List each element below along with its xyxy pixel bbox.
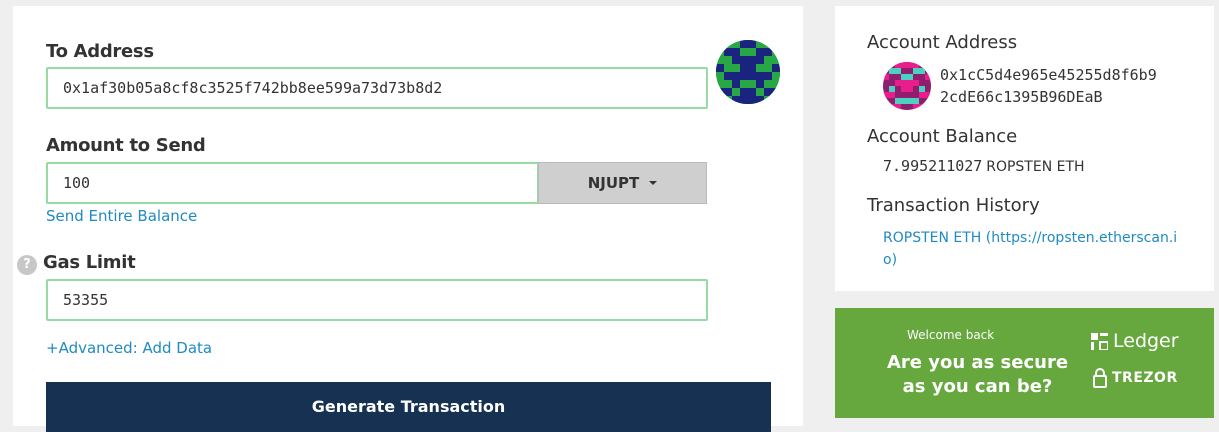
to-address-label: To Address (46, 41, 154, 62)
banner-headline: Are you as secure as you can be? (865, 351, 1090, 399)
generate-transaction-button[interactable]: Generate Transaction (46, 382, 771, 432)
tx-history-line-2: o) (883, 252, 898, 268)
transaction-history-link[interactable]: ROPSTEN ETH (https://ropsten.etherscan.i… (883, 227, 1183, 271)
trezor-text: TREZOR (1112, 370, 1178, 386)
account-identicon (883, 62, 931, 110)
to-address-input[interactable]: 0x1af30b05a8cf8c3525f742bb8ee599a73d73b8… (46, 67, 708, 109)
caret-down-icon (649, 181, 658, 185)
token-selected: NJUPT (587, 174, 640, 192)
trezor-lock-icon (1093, 368, 1107, 388)
help-icon[interactable]: ? (17, 255, 37, 275)
account-info-panel: Account Address 0x1cC5d4e965e45255d8f6b9… (835, 6, 1214, 291)
ledger-text: Ledger (1113, 330, 1179, 352)
tx-history-line-1: ROPSTEN ETH (https://ropsten.etherscan.i (883, 230, 1178, 246)
gas-limit-label: Gas Limit (43, 252, 136, 273)
balance-amount: 7.995211027 (883, 157, 983, 175)
send-entire-balance-link[interactable]: Send Entire Balance (46, 207, 197, 225)
advanced-data-link[interactable]: +Advanced: Add Data (46, 339, 212, 357)
hardware-wallet-banner[interactable]: Welcome back Are you as secure as you ca… (835, 308, 1214, 418)
gas-limit-input[interactable]: 53355 (46, 279, 708, 321)
headline-line-2: as you can be? (902, 376, 1053, 397)
welcome-text: Welcome back (907, 328, 995, 342)
account-address-line-1: 0x1cC5d4e965e45255d8f6b9 (940, 66, 1157, 84)
account-address-line-2: 2cdE66c1395B96DEaB (940, 88, 1103, 106)
amount-input[interactable]: 100 (46, 162, 539, 204)
token-dropdown[interactable]: NJUPT (538, 162, 707, 204)
ledger-icon (1091, 332, 1108, 350)
transaction-history-label: Transaction History (867, 195, 1040, 216)
amount-label: Amount to Send (46, 135, 206, 156)
account-address-label: Account Address (867, 32, 1018, 53)
account-balance-value: 7.995211027 ROPSTEN ETH (883, 157, 1085, 175)
recipient-identicon (716, 40, 780, 104)
account-balance-label: Account Balance (867, 126, 1018, 147)
headline-line-1: Are you as secure (886, 352, 1069, 373)
balance-unit: ROPSTEN ETH (986, 159, 1085, 175)
trezor-logo[interactable]: TREZOR (1093, 368, 1178, 388)
ledger-logo[interactable]: Ledger (1091, 330, 1179, 352)
account-address-value: 0x1cC5d4e965e45255d8f6b9 2cdE66c1395B96D… (940, 64, 1157, 108)
